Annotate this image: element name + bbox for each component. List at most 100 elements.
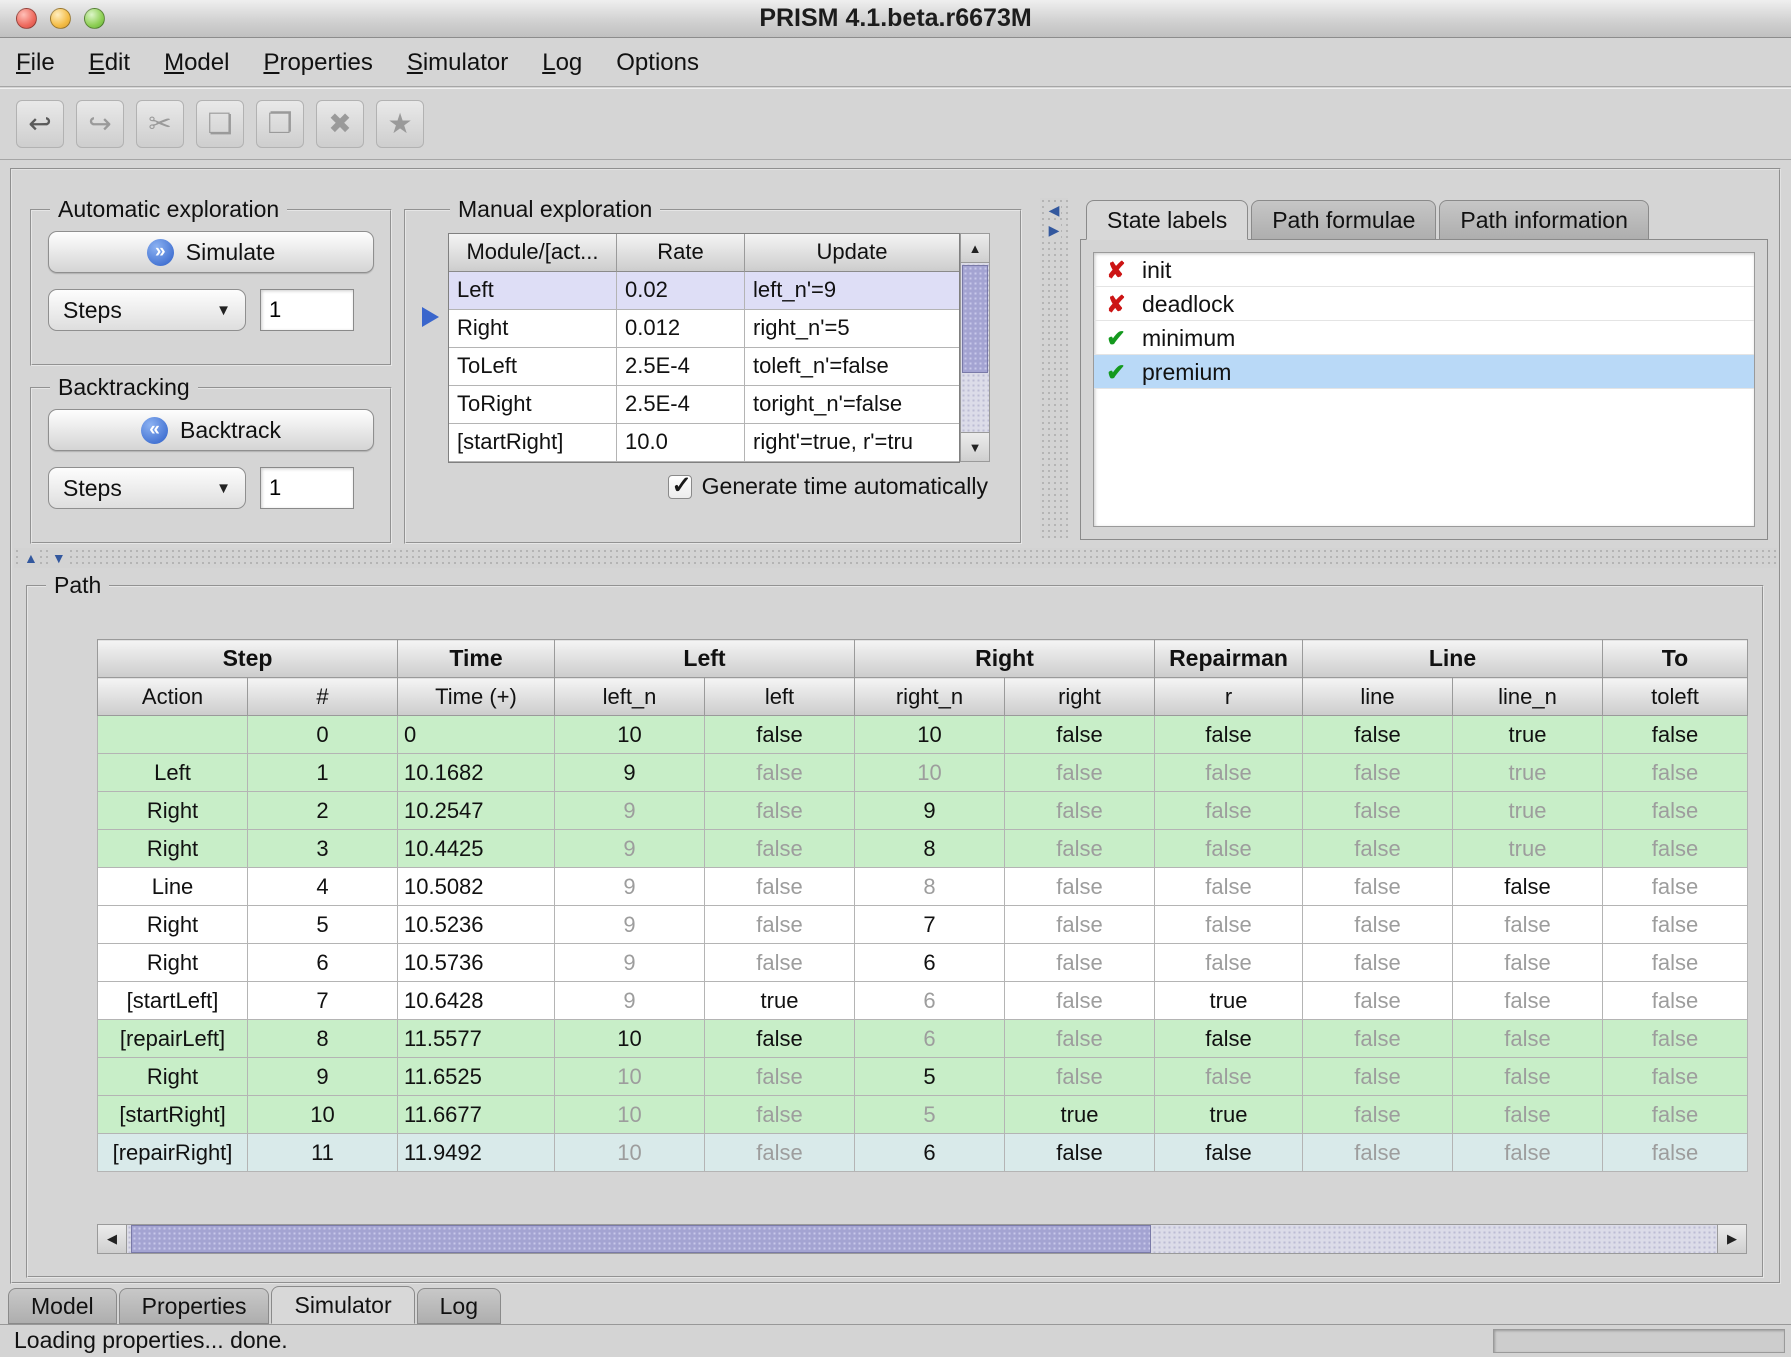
path-cell: false [1603,982,1748,1020]
path-column-header[interactable]: line_n [1453,678,1603,716]
manual-cell: 2.5E-4 [617,386,745,424]
generate-time-checkbox[interactable]: ✓ [668,475,692,499]
menu-item-file[interactable]: File [16,49,55,77]
bottom-tab-simulator[interactable]: Simulator [271,1286,414,1324]
path-cell: 6 [855,944,1005,982]
menu-item-edit[interactable]: Edit [89,49,130,77]
toolbar-button-7[interactable]: ★ [376,100,424,148]
manual-col-header[interactable]: Update [745,234,959,272]
collapse-right-icon[interactable]: ▶ [1047,222,1062,238]
toolbar-button-2[interactable]: ↪ [76,100,124,148]
scrollbar-thumb[interactable] [962,265,988,373]
path-row[interactable]: [startLeft]710.64289true6falsetruefalsef… [98,982,1748,1020]
collapse-down-icon[interactable]: ▼ [50,550,68,566]
label-item-minimum[interactable]: ✔minimum [1094,321,1754,355]
path-row[interactable]: 0010false10falsefalsefalsetruefalse [98,716,1748,754]
menu-item-model[interactable]: Model [164,49,229,77]
path-hscrollbar[interactable]: ◀ ▶ [97,1224,1747,1254]
backtracking-title: Backtracking [50,374,198,401]
manual-row[interactable]: ToRight2.5E-4toright_n'=false [449,386,959,424]
scrollbar-track[interactable] [960,263,990,432]
path-column-header[interactable]: r [1155,678,1303,716]
label-item-init[interactable]: ✘init [1094,253,1754,287]
manual-col-header[interactable]: Module/[act... [449,234,617,272]
horizontal-splitter[interactable]: ▲ ▼ [14,548,1777,568]
label-item-deadlock[interactable]: ✘deadlock [1094,287,1754,321]
path-cell: 10.5736 [398,944,555,982]
path-row[interactable]: Right210.25479false9falsefalsefalsetruef… [98,792,1748,830]
path-cell: false [1303,1134,1453,1172]
manual-row[interactable]: Left0.02left_n'=9 [449,272,959,310]
path-column-header[interactable]: toleft [1603,678,1748,716]
scroll-up-button[interactable]: ▲ [960,233,990,263]
path-row[interactable]: Right911.652510false5falsefalsefalsefals… [98,1058,1748,1096]
path-row[interactable]: [repairRight]1111.949210false6falsefalse… [98,1134,1748,1172]
path-cell: false [1303,716,1453,754]
toolbar-button-4[interactable]: ❏ [196,100,244,148]
manual-row[interactable]: [startRight]10.0right'=true, r'=tru [449,424,959,462]
bottom-tab-model[interactable]: Model [8,1288,117,1324]
simulate-steps-dropdown[interactable]: Steps ▼ [48,289,246,331]
backtrack-steps-input[interactable] [260,467,354,509]
path-column-header[interactable]: right [1005,678,1155,716]
toolbar-button-3[interactable]: ✂ [136,100,184,148]
vertical-splitter[interactable]: ◀ ▶ [1040,198,1068,538]
path-column-header[interactable]: # [248,678,398,716]
simulate-steps-input[interactable] [260,289,354,331]
path-cell: Line [98,868,248,906]
path-row[interactable]: Right510.52369false7falsefalsefalsefalse… [98,906,1748,944]
zoom-button[interactable] [84,8,105,29]
manual-row[interactable]: ToLeft2.5E-4toleft_n'=false [449,348,959,386]
path-cell: false [705,944,855,982]
path-cell: false [1005,754,1155,792]
bottom-tab-log[interactable]: Log [417,1288,501,1324]
menu-item-log[interactable]: Log [542,49,582,77]
path-cell: false [705,1096,855,1134]
menu-item-properties[interactable]: Properties [263,49,372,77]
toolbar-button-1[interactable]: ↩ [16,100,64,148]
backtrack-button[interactable]: « Backtrack [48,409,374,451]
manual-row[interactable]: Right0.012right_n'=5 [449,310,959,348]
backtrack-steps-dropdown[interactable]: Steps ▼ [48,467,246,509]
path-row[interactable]: Right310.44259false8falsefalsefalsetruef… [98,830,1748,868]
label-item-premium[interactable]: ✔premium [1094,355,1754,389]
path-column-header[interactable]: Action [98,678,248,716]
scroll-down-button[interactable]: ▼ [960,432,990,462]
path-row[interactable]: Right610.57369false6falsefalsefalsefalse… [98,944,1748,982]
manual-cell: 0.02 [617,272,745,310]
tab-path-formulae[interactable]: Path formulae [1251,200,1436,240]
manual-col-header[interactable]: Rate [617,234,745,272]
tab-path-information[interactable]: Path information [1439,200,1648,240]
backtracking-group: Backtracking « Backtrack Steps ▼ [30,374,392,544]
close-button[interactable] [16,8,37,29]
path-cell: 10 [555,716,705,754]
path-row[interactable]: Line410.50829false8falsefalsefalsefalsef… [98,868,1748,906]
simulate-button[interactable]: » Simulate [48,231,374,273]
bottom-tab-properties[interactable]: Properties [119,1288,270,1324]
scroll-right-button[interactable]: ▶ [1717,1224,1747,1254]
minimize-button[interactable] [50,8,71,29]
scrollbar-track[interactable] [127,1224,1717,1254]
tab-state-labels[interactable]: State labels [1086,200,1248,240]
path-column-header[interactable]: line [1303,678,1453,716]
path-row[interactable]: [repairLeft]811.557710false6falsefalsefa… [98,1020,1748,1058]
path-row[interactable]: Left110.16829false10falsefalsefalsetruef… [98,754,1748,792]
menu-item-options[interactable]: Options [616,49,699,77]
path-column-header[interactable]: left [705,678,855,716]
path-cell: 10 [555,1134,705,1172]
scroll-left-button[interactable]: ◀ [97,1224,127,1254]
collapse-left-icon[interactable]: ◀ [1047,202,1062,218]
path-cell: Left [98,754,248,792]
manual-table-vscrollbar[interactable]: ▲ ▼ [960,233,990,462]
path-column-header[interactable]: Time (+) [398,678,555,716]
path-row[interactable]: [startRight]1011.667710false5truetruefal… [98,1096,1748,1134]
menu-item-simulator[interactable]: Simulator [407,49,508,77]
toolbar-button-5[interactable]: ❐ [256,100,304,148]
path-cell: Right [98,830,248,868]
path-column-header[interactable]: right_n [855,678,1005,716]
collapse-up-icon[interactable]: ▲ [22,550,40,566]
titlebar[interactable]: PRISM 4.1.beta.r6673M [0,0,1791,38]
scrollbar-thumb[interactable] [131,1225,1151,1253]
path-column-header[interactable]: left_n [555,678,705,716]
toolbar-button-6[interactable]: ✖ [316,100,364,148]
